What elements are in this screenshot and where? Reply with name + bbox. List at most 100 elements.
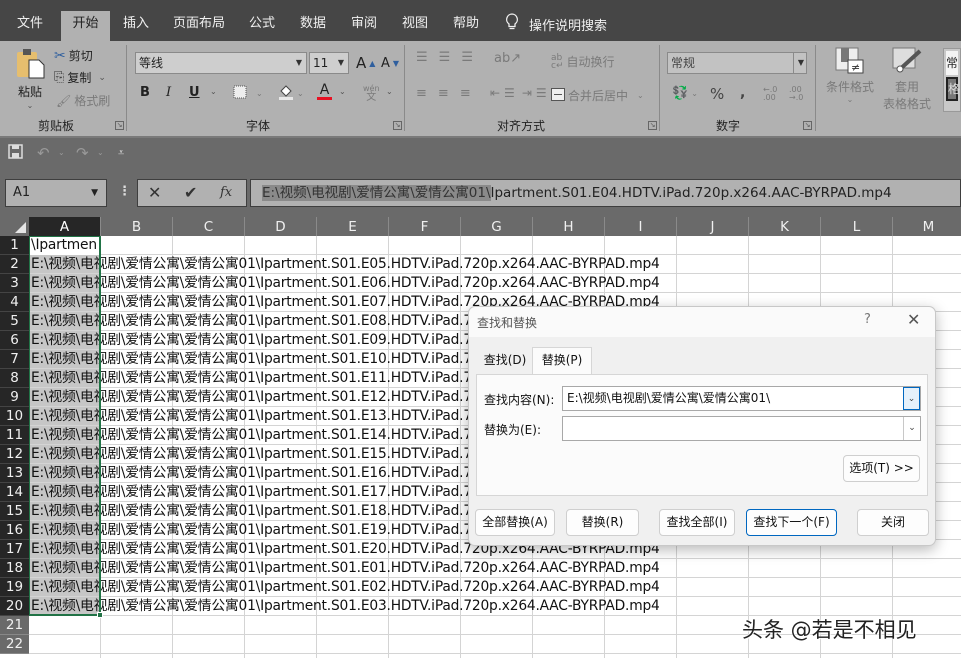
replace-button[interactable]: 替换(R) <box>566 509 639 536</box>
tab-file[interactable]: 文件 <box>8 11 52 41</box>
increase-decimal-button[interactable]: ←.0 .00 <box>763 86 783 102</box>
enter-check-icon[interactable]: ✔ <box>184 183 197 202</box>
row-header[interactable]: 8 <box>0 369 29 388</box>
customize-qat-icon[interactable]: ⩡ <box>118 146 124 160</box>
paste-dropdown-icon[interactable]: ⌄ <box>27 101 34 110</box>
tab-replace[interactable]: 替换(P) <box>532 347 592 376</box>
cancel-icon[interactable]: ✕ <box>148 183 161 202</box>
column-header-i[interactable]: I <box>605 217 677 236</box>
font-name-select[interactable]: 等线 ▼ <box>135 52 307 74</box>
tab-review[interactable]: 审阅 <box>344 11 384 41</box>
number-format-select[interactable]: 常规 ▼ <box>667 52 807 74</box>
comma-style-button[interactable]: , <box>740 85 745 101</box>
indent-buttons[interactable]: ⇤☰ ⇥☰ <box>490 86 551 100</box>
grow-font-button[interactable]: A ▲ <box>356 54 375 72</box>
wrap-text-button[interactable]: ab c↵ 自动换行 <box>551 53 615 70</box>
row-header[interactable]: 1 <box>0 236 29 255</box>
fill-color-button[interactable]: ⌄ <box>278 83 304 104</box>
column-header-e[interactable]: E <box>317 217 389 236</box>
font-color-dropdown-icon[interactable]: ⌄ <box>339 87 346 96</box>
undo-icon[interactable]: ↶ <box>37 144 50 162</box>
find-what-input[interactable]: E:\视频\电视剧\爱情公寓\爱情公寓01\ ⌄ <box>562 386 921 411</box>
column-header-j[interactable]: J <box>677 217 749 236</box>
insert-function-icon[interactable]: fx <box>220 185 232 200</box>
row-header[interactable]: 2 <box>0 255 29 274</box>
help-icon[interactable]: ? <box>864 312 871 327</box>
more-options-icon[interactable]: ⋮ <box>118 184 131 199</box>
find-all-button[interactable]: 查找全部(I) <box>659 509 735 536</box>
close-icon[interactable]: ✕ <box>907 310 920 329</box>
formula-input[interactable]: E:\视频\电视剧\爱情公寓\爱情公寓01\Ipartment.S01.E04.… <box>250 179 961 207</box>
select-all-button[interactable] <box>0 217 29 236</box>
percent-style-button[interactable]: % <box>710 85 724 103</box>
copy-dropdown-icon[interactable]: ⌄ <box>98 73 106 83</box>
column-header-a[interactable]: A <box>29 217 101 236</box>
format-painter-button[interactable]: 🖌 格式刷 <box>56 92 110 109</box>
close-button[interactable]: 关闭 <box>857 509 929 536</box>
font-size-select[interactable]: 11 ▼ <box>309 52 349 74</box>
conditional-format-button[interactable]: ≠ 条件格式 ⌄ <box>822 47 878 104</box>
tab-help[interactable]: 帮助 <box>446 11 486 41</box>
phonetic-button[interactable]: wén 文 <box>363 84 380 103</box>
tab-data[interactable]: 数据 <box>293 11 333 41</box>
row-header[interactable]: 10 <box>0 407 29 426</box>
alignment-launcher-icon[interactable]: ↘ <box>648 121 657 130</box>
row-header[interactable]: 15 <box>0 502 29 521</box>
column-header-d[interactable]: D <box>245 217 317 236</box>
style-normal[interactable]: 常 <box>946 51 958 75</box>
cell-a3[interactable]: E:\视频\电视剧\爱情公寓\爱情公寓01\Ipartment.S01.E06.… <box>31 274 660 293</box>
dialog-title-bar[interactable]: 查找和替换 ? ✕ <box>469 307 935 337</box>
column-header-f[interactable]: F <box>389 217 461 236</box>
redo-dropdown-icon[interactable]: ⌄ <box>97 148 104 157</box>
row-header[interactable]: 13 <box>0 464 29 483</box>
font-color-button[interactable]: A <box>317 83 332 100</box>
cut-button[interactable]: ✂ 剪切 <box>54 47 93 64</box>
paste-button[interactable]: 粘贴 ⌄ <box>14 47 46 110</box>
column-header-l[interactable]: L <box>821 217 893 236</box>
tab-view[interactable]: 视图 <box>395 11 435 41</box>
shrink-font-button[interactable]: A ▼ <box>381 56 399 71</box>
row-header[interactable]: 19 <box>0 578 29 597</box>
options-button[interactable]: 选项(T) >> <box>843 455 920 482</box>
row-header[interactable]: 14 <box>0 483 29 502</box>
column-header-h[interactable]: H <box>533 217 605 236</box>
tell-me-search[interactable]: 操作说明搜索 <box>505 11 607 37</box>
name-box[interactable]: A1 ▼ <box>5 179 107 207</box>
cell-a2[interactable]: E:\视频\电视剧\爱情公寓\爱情公寓01\Ipartment.S01.E05.… <box>31 255 660 274</box>
format-as-table-button[interactable]: 套用 表格格式 <box>876 47 938 112</box>
tab-page-layout[interactable]: 页面布局 <box>168 11 230 41</box>
phonetic-dropdown-icon[interactable]: ⌄ <box>386 87 393 96</box>
clipboard-launcher-icon[interactable]: ↘ <box>115 121 124 130</box>
underline-dropdown-icon[interactable]: ⌄ <box>210 87 217 96</box>
row-header[interactable]: 17 <box>0 540 29 559</box>
orientation-button[interactable]: ab↗ <box>494 51 521 66</box>
column-header-k[interactable]: K <box>749 217 821 236</box>
row-header[interactable]: 4 <box>0 293 29 312</box>
decrease-decimal-button[interactable]: .00 →.0 <box>789 86 809 102</box>
tab-find[interactable]: 查找(D) <box>483 348 527 375</box>
row-header[interactable]: 3 <box>0 274 29 293</box>
italic-button[interactable]: I <box>166 85 171 100</box>
row-header[interactable]: 11 <box>0 426 29 445</box>
cell-a19[interactable]: E:\视频\电视剧\爱情公寓\爱情公寓01\Ipartment.S01.E02.… <box>31 578 660 597</box>
find-next-button[interactable]: 查找下一个(F) <box>746 509 837 536</box>
replace-all-button[interactable]: 全部替换(A) <box>475 509 555 536</box>
row-header[interactable]: 5 <box>0 312 29 331</box>
cell-a20[interactable]: E:\视频\电视剧\爱情公寓\爱情公寓01\Ipartment.S01.E03.… <box>31 597 660 616</box>
copy-button[interactable]: ⎘ 复制 ⌄ <box>54 69 106 86</box>
row-header[interactable]: 20 <box>0 597 29 616</box>
cell-styles-gallery[interactable]: 常 格 <box>943 48 961 112</box>
chevron-down-icon[interactable]: ⌄ <box>903 387 920 410</box>
tab-insert[interactable]: 插入 <box>116 11 156 41</box>
replace-with-input[interactable]: ⌄ <box>562 416 921 441</box>
accounting-format-button[interactable]: 💱 ⌄ <box>672 86 698 101</box>
horizontal-align-buttons[interactable]: ≡ ≡ ≡ <box>416 86 479 101</box>
row-header[interactable]: 22 <box>0 635 29 654</box>
undo-dropdown-icon[interactable]: ⌄ <box>58 148 65 157</box>
row-header[interactable]: 16 <box>0 521 29 540</box>
row-header[interactable]: 9 <box>0 388 29 407</box>
style-check-cell[interactable]: 格 <box>946 77 960 101</box>
tab-home[interactable]: 开始 <box>61 11 110 41</box>
merge-center-button[interactable]: 合并后居中 ⌄ <box>551 87 644 104</box>
row-header[interactable]: 21 <box>0 616 29 635</box>
